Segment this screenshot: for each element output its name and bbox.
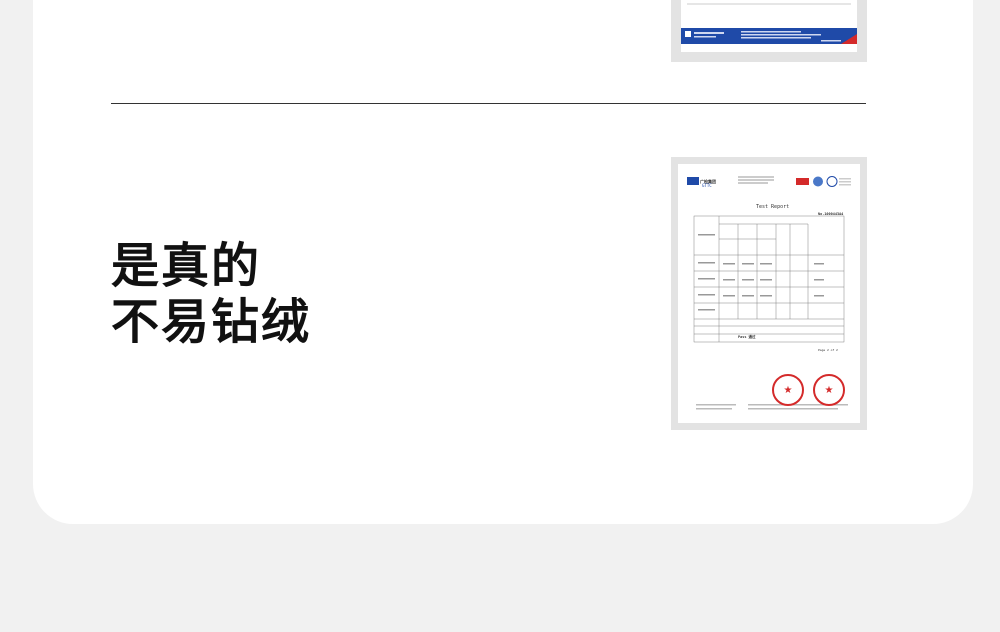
certificate-page-top — [681, 0, 857, 52]
red-seal-stamp: ★ — [772, 374, 804, 406]
report-page-number: Page 2 of 2 — [818, 348, 838, 352]
section-divider — [111, 103, 866, 104]
test-report-thumbnail[interactable]: 广检集团 GTTC Test Report No.1000443A4 Pass … — [671, 157, 867, 430]
report-conclusion: Pass 通过 — [738, 335, 756, 339]
test-report-page: 广检集团 GTTC Test Report No.1000443A4 Pass … — [678, 164, 860, 423]
seal-star-icon: ★ — [824, 384, 834, 396]
seal-star-icon: ★ — [783, 384, 793, 396]
report-org-code: GTTC — [702, 183, 712, 188]
red-seal-stamp: ★ — [813, 374, 845, 406]
headline-line-2: 不易钻绒 — [111, 294, 312, 350]
certificate-thumbnail-top[interactable] — [671, 0, 867, 62]
headline-line-1: 是真的 — [111, 238, 262, 294]
report-number: No.1000443A4 — [818, 212, 844, 216]
report-title: Test Report — [756, 204, 790, 210]
certificate-footer-graphic — [681, 3, 857, 44]
headline: 是真的 不易钻绒 — [111, 238, 311, 350]
